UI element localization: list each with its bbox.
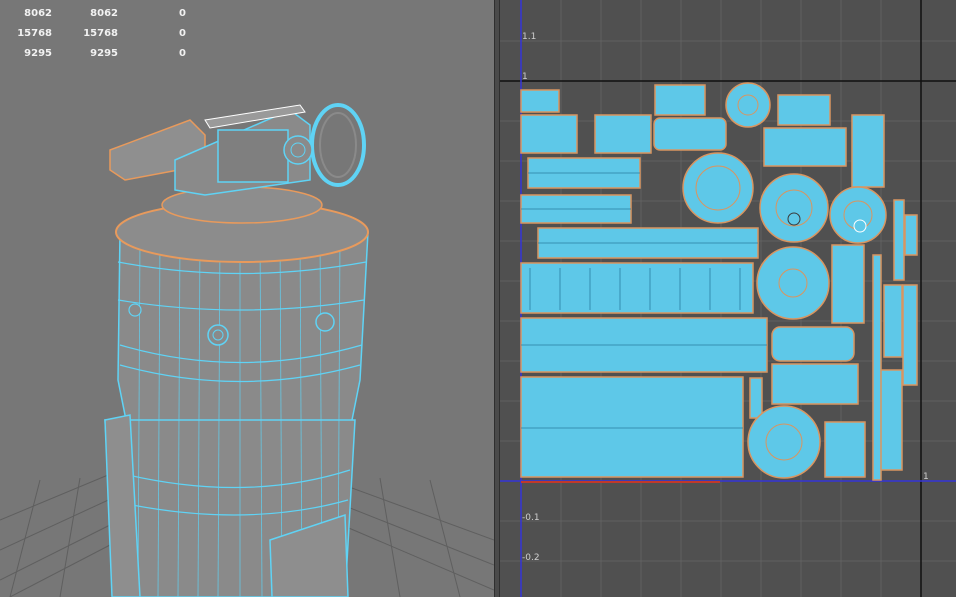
3d-viewport[interactable]: 8062 8062 0 15768 15768 0 9295 9295 0 <box>0 0 494 597</box>
hud-value: 9295 <box>24 48 52 59</box>
uv-axis-label: 1.1 <box>522 32 537 42</box>
viewport-canvas[interactable] <box>0 0 494 597</box>
uv-axis-label: -0.2 <box>522 553 540 563</box>
uv-editor[interactable]: 1.1 1 -0.1 -0.2 1 <box>500 0 956 597</box>
hud-value: 15768 <box>83 28 118 39</box>
hud-value: 8062 <box>90 8 118 19</box>
hud-value: 8062 <box>24 8 52 19</box>
uv-canvas[interactable] <box>500 0 956 597</box>
hud-row-edges: 15768 15768 0 <box>6 28 196 48</box>
uv-selected-island[interactable] <box>853 219 867 233</box>
uv-shells[interactable] <box>520 82 918 481</box>
hud-value: 15768 <box>17 28 52 39</box>
poly-count-hud: 8062 8062 0 15768 15768 0 9295 9295 0 <box>6 8 196 68</box>
hud-value: 0 <box>179 28 186 39</box>
grenade-model[interactable] <box>104 103 369 597</box>
hud-row-faces: 9295 9295 0 <box>6 48 196 68</box>
hud-row-verts: 8062 8062 0 <box>6 8 196 28</box>
uv-axis-label: 1 <box>923 472 929 482</box>
hud-value: 9295 <box>90 48 118 59</box>
hud-value: 0 <box>179 48 186 59</box>
uv-axis-label: -0.1 <box>522 513 540 523</box>
hud-value: 0 <box>179 8 186 19</box>
uv-small-island[interactable] <box>787 212 801 226</box>
uv-axis-label: 1 <box>522 72 528 82</box>
